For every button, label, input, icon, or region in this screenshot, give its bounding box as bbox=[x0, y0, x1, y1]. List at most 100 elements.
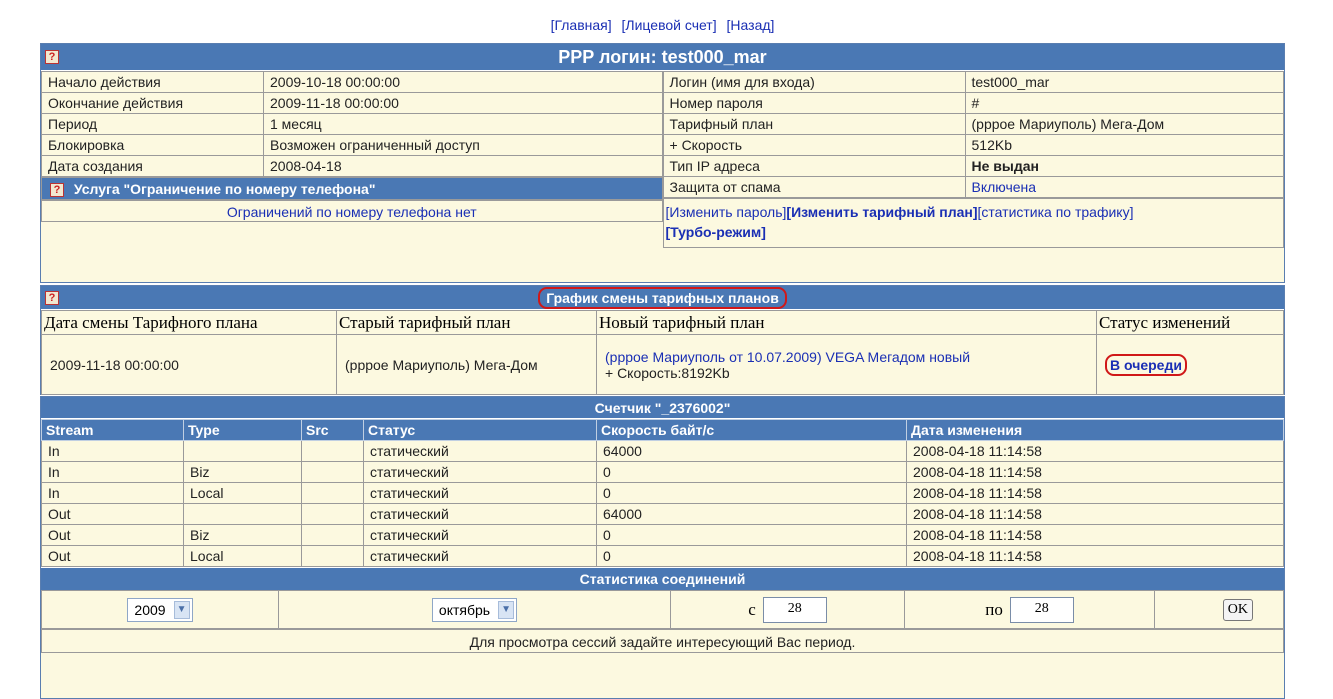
chevron-down-icon: ▼ bbox=[173, 600, 190, 619]
stream-cell: In bbox=[41, 482, 184, 504]
year-select[interactable]: 2009 ▼ bbox=[127, 597, 193, 622]
field-value: Не выдан bbox=[964, 155, 1284, 177]
traffic-stats-link[interactable]: [статистика по трафику] bbox=[978, 204, 1134, 220]
login-panel-header: ? PPP логин: test000_mar bbox=[41, 44, 1284, 71]
field-value: 1 месяц bbox=[263, 113, 663, 135]
stats-filter: 2009 ▼ октябрь ▼ с 28 по 28 OK bbox=[41, 590, 1284, 629]
status-cell: статический bbox=[363, 524, 597, 546]
ok-button[interactable]: OK bbox=[1222, 598, 1253, 621]
help-icon[interactable]: ? bbox=[50, 183, 64, 198]
table-row: In статический 64000 2008-04-18 11:14:58 bbox=[41, 440, 1284, 462]
month-value: октябрь bbox=[438, 601, 491, 618]
help-icon[interactable]: ? bbox=[45, 290, 59, 305]
service-title: Услуга "Ограничение по номеру телефона" bbox=[73, 181, 376, 197]
service-message: Ограничений по номеру телефона нет bbox=[41, 200, 663, 222]
month-select[interactable]: октябрь ▼ bbox=[431, 597, 518, 622]
src-cell bbox=[301, 482, 364, 504]
field-label: Окончание действия bbox=[41, 92, 264, 114]
schedule-status-cell: В очереди bbox=[1096, 334, 1284, 395]
login-details-table: Начало действия 2009-10-18 00:00:00 Оконча… bbox=[41, 71, 663, 177]
to-label: по bbox=[985, 599, 1003, 619]
status-cell: статический bbox=[363, 482, 597, 504]
login-left-column: Начало действия 2009-10-18 00:00:00 Оконча… bbox=[41, 71, 663, 282]
col-stream: Stream bbox=[41, 419, 184, 441]
field-label: Дата создания bbox=[41, 155, 264, 177]
ok-cell: OK bbox=[1154, 590, 1284, 629]
date-cell: 2008-04-18 11:14:58 bbox=[906, 482, 1284, 504]
field-value: 512Kb bbox=[964, 134, 1284, 156]
service-header: ? Услуга "Ограничение по номеру телефона… bbox=[41, 177, 663, 200]
speed-cell: 0 bbox=[596, 524, 907, 546]
schedule-status-link[interactable]: В очереди bbox=[1110, 357, 1182, 373]
stats-title: Статистика соединений bbox=[579, 571, 746, 587]
type-cell bbox=[183, 503, 302, 525]
field-value[interactable]: Включена bbox=[964, 176, 1284, 198]
schedule-new-plan[interactable]: (pppoe Мариуполь от 10.07.2009) VEGA Мег… bbox=[605, 349, 970, 365]
filter-row: 2009 ▼ октябрь ▼ с 28 по 28 OK bbox=[41, 590, 1284, 629]
change-password-link[interactable]: [Изменить пароль] bbox=[666, 204, 787, 220]
schedule-header-row: Дата смены Тарифного плана Старый тарифн… bbox=[41, 310, 1284, 335]
table-row: Дата создания 2008-04-18 bbox=[41, 155, 663, 177]
login-right-column: Логин (имя для входа) test000_mar Номер па… bbox=[662, 71, 1285, 282]
type-cell: Biz bbox=[183, 461, 302, 483]
field-label: + Скорость bbox=[662, 134, 966, 156]
field-value: Возможен ограниченный доступ bbox=[263, 134, 663, 156]
counter-panel: Счетчик "_2376002" Stream Type Src Стату… bbox=[40, 396, 1285, 699]
table-row: Окончание действия 2009-11-18 00:00:00 bbox=[41, 92, 663, 114]
type-cell: Biz bbox=[183, 524, 302, 546]
table-row: Период 1 месяц bbox=[41, 113, 663, 135]
page: [Главная] [Лицевой счет] [Назад] ? PPP л… bbox=[40, 0, 1285, 699]
nav-back-link[interactable]: [Назад] bbox=[727, 17, 775, 33]
type-cell bbox=[183, 440, 302, 462]
login-panel-title: PPP логин: test000_mar bbox=[558, 47, 767, 67]
table-row: In Local статический 0 2008-04-18 11:14:58 bbox=[41, 482, 1284, 504]
date-cell: 2008-04-18 11:14:58 bbox=[906, 545, 1284, 567]
schedule-new-plan-cell: (pppoe Мариуполь от 10.07.2009) VEGA Мег… bbox=[596, 334, 1097, 395]
turbo-mode-link[interactable]: [Турбо-режим] bbox=[666, 224, 766, 240]
table-row: Логин (имя для входа) test000_mar bbox=[662, 71, 1284, 93]
schedule-col-old-plan: Старый тарифный план bbox=[336, 310, 597, 335]
col-type: Type bbox=[183, 419, 302, 441]
stream-cell: Out bbox=[41, 524, 184, 546]
field-value: (pppoe Мариуполь) Мега-Дом bbox=[964, 113, 1284, 135]
field-value: test000_mar bbox=[964, 71, 1284, 93]
status-cell: статический bbox=[363, 461, 597, 483]
table-row: Защита от спама Включена bbox=[662, 176, 1284, 198]
help-icon[interactable]: ? bbox=[45, 50, 59, 64]
col-status: Статус bbox=[363, 419, 597, 441]
table-row: 2009-11-18 00:00:00 (pppoe Мариуполь) Ме… bbox=[41, 334, 1284, 395]
speed-cell: 0 bbox=[596, 545, 907, 567]
from-label: с bbox=[748, 599, 756, 619]
stream-cell: Out bbox=[41, 545, 184, 567]
field-value: 2009-11-18 00:00:00 bbox=[263, 92, 663, 114]
schedule-col-status: Статус изменений bbox=[1096, 310, 1284, 335]
to-day-input[interactable]: 28 bbox=[1009, 596, 1074, 623]
status-highlight: В очереди bbox=[1105, 353, 1187, 376]
from-day-input[interactable]: 28 bbox=[762, 596, 827, 623]
col-date-changed: Дата изменения bbox=[906, 419, 1284, 441]
table-row: Начало действия 2009-10-18 00:00:00 bbox=[41, 71, 663, 93]
change-plan-link[interactable]: [Изменить тарифный план] bbox=[786, 204, 977, 220]
login-settings-table: Логин (имя для входа) test000_mar Номер па… bbox=[662, 71, 1285, 198]
table-row: Out статический 64000 2008-04-18 11:14:58 bbox=[41, 503, 1284, 525]
service-message-link[interactable]: Ограничений по номеру телефона нет bbox=[227, 204, 477, 220]
stream-cell: In bbox=[41, 440, 184, 462]
schedule-title: График смены тарифных планов bbox=[546, 290, 779, 306]
date-cell: 2008-04-18 11:14:58 bbox=[906, 503, 1284, 525]
stats-header: Статистика соединений bbox=[41, 567, 1284, 590]
schedule-date: 2009-11-18 00:00:00 bbox=[41, 334, 337, 395]
field-label: Начало действия bbox=[41, 71, 264, 93]
table-row: Тип IP адреса Не выдан bbox=[662, 155, 1284, 177]
src-cell bbox=[301, 440, 364, 462]
table-row: Out Local статический 0 2008-04-18 11:14:58 bbox=[41, 545, 1284, 567]
schedule-col-date: Дата смены Тарифного плана bbox=[41, 310, 337, 335]
field-label: Тип IP адреса bbox=[662, 155, 966, 177]
nav-account-link[interactable]: [Лицевой счет] bbox=[622, 17, 717, 33]
field-label: Блокировка bbox=[41, 134, 264, 156]
chevron-down-icon: ▼ bbox=[498, 600, 515, 619]
year-value: 2009 bbox=[134, 601, 166, 618]
speed-cell: 0 bbox=[596, 482, 907, 504]
table-row: Блокировка Возможен ограниченный доступ bbox=[41, 134, 663, 156]
plan-schedule-panel: ? График смены тарифных планов Дата смен… bbox=[40, 285, 1285, 395]
nav-main-link[interactable]: [Главная] bbox=[551, 17, 612, 33]
